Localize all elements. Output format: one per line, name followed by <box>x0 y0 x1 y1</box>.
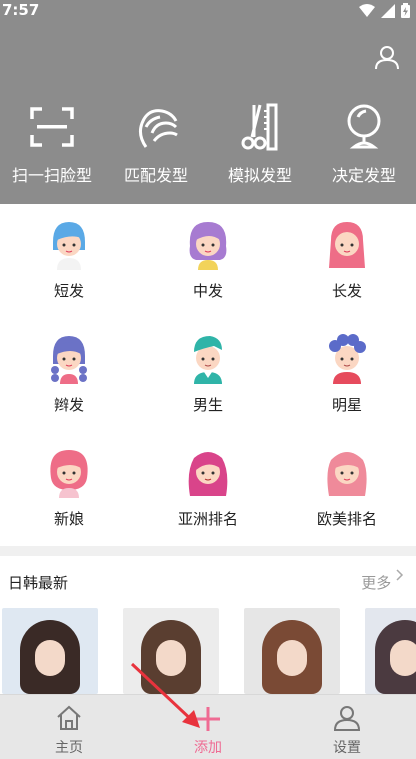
category-label: 长发 <box>331 282 362 300</box>
quick-actions: 扫一扫脸型 匹配发型 模拟发型 决定发型 <box>0 95 416 190</box>
quick-action-label: 扫一扫脸型 <box>11 166 92 185</box>
battery-icon <box>401 3 410 18</box>
category-label: 明星 <box>331 396 362 414</box>
quick-action-label: 模拟发型 <box>227 166 292 185</box>
category-label: 欧美排名 <box>316 510 377 528</box>
bride-avatar-icon <box>50 450 88 498</box>
wifi-icon <box>359 3 375 17</box>
tab-label: 添加 <box>194 740 222 756</box>
category-label: 短发 <box>53 282 84 300</box>
category-celebrity[interactable]: 明星 <box>278 318 416 428</box>
long-hair-avatar-icon <box>329 222 365 268</box>
category-medium-hair[interactable]: 中发 <box>139 204 277 314</box>
asian-ranking-avatar-icon <box>188 452 228 496</box>
mirror-icon <box>347 104 381 149</box>
scan-icon <box>30 107 74 147</box>
quick-action-scan-face[interactable]: 扫一扫脸型 <box>0 95 104 190</box>
category-western-ranking[interactable]: 欧美排名 <box>278 432 416 542</box>
signal-icon <box>381 3 395 18</box>
star-avatar-icon <box>329 334 366 384</box>
more-link[interactable]: 更多 <box>361 569 404 593</box>
more-label: 更多 <box>361 574 392 592</box>
medium-hair-avatar-icon <box>189 222 227 270</box>
category-asian-ranking[interactable]: 亚洲排名 <box>139 432 277 542</box>
category-label: 辫发 <box>53 396 84 414</box>
user-icon <box>333 706 361 731</box>
scissors-comb-icon <box>241 103 278 151</box>
status-bar: 7:57 <box>0 0 416 22</box>
category-short-hair[interactable]: 短发 <box>0 204 138 314</box>
annotation-arrow-icon <box>130 662 200 728</box>
home-icon <box>57 705 81 730</box>
western-ranking-avatar-icon <box>327 452 367 496</box>
section-divider <box>0 546 416 556</box>
tab-settings[interactable]: 设置 <box>278 695 416 759</box>
category-male[interactable]: 男生 <box>139 318 277 428</box>
category-label: 新娘 <box>53 510 84 528</box>
category-long-hair[interactable]: 长发 <box>278 204 416 314</box>
quick-action-simulate-hairstyle[interactable]: 模拟发型 <box>208 95 312 190</box>
category-braid-hair[interactable]: 辫发 <box>0 318 138 428</box>
short-hair-avatar-icon <box>53 222 85 270</box>
category-label: 中发 <box>192 282 223 300</box>
braid-hair-avatar-icon <box>51 336 87 384</box>
quick-action-decide-hairstyle[interactable]: 决定发型 <box>312 95 416 190</box>
quick-action-label: 匹配发型 <box>123 166 188 185</box>
bottom-tab-bar: 主页 添加 设置 <box>0 694 416 759</box>
section-title: 日韩最新 <box>8 574 69 592</box>
hairstyle-photo[interactable] <box>244 608 340 694</box>
tab-label: 主页 <box>55 740 83 756</box>
latest-section-header: 日韩最新 更多 <box>0 556 416 606</box>
hairstyle-photo[interactable] <box>365 608 416 694</box>
category-label: 男生 <box>192 396 223 414</box>
header: 7:57 扫一扫脸型 匹配发型 模拟发型 决定发型 <box>0 0 416 204</box>
chevron-right-icon <box>396 569 404 581</box>
profile-icon[interactable] <box>374 44 400 70</box>
status-icons <box>359 3 410 18</box>
category-grid: 短发 中发 长发 辫发 男生 明星 新娘 亚洲排名 欧美排名 <box>0 204 416 544</box>
quick-action-label: 决定发型 <box>331 166 396 185</box>
hair-icon <box>139 109 178 148</box>
photo-strip <box>0 608 416 694</box>
category-label: 亚洲排名 <box>177 510 238 528</box>
quick-action-match-hairstyle[interactable]: 匹配发型 <box>104 95 208 190</box>
tab-home[interactable]: 主页 <box>0 695 138 759</box>
tab-label: 设置 <box>333 740 361 756</box>
status-time: 7:57 <box>2 1 40 19</box>
male-avatar-icon <box>194 336 222 384</box>
category-bride[interactable]: 新娘 <box>0 432 138 542</box>
hairstyle-photo[interactable] <box>2 608 98 694</box>
